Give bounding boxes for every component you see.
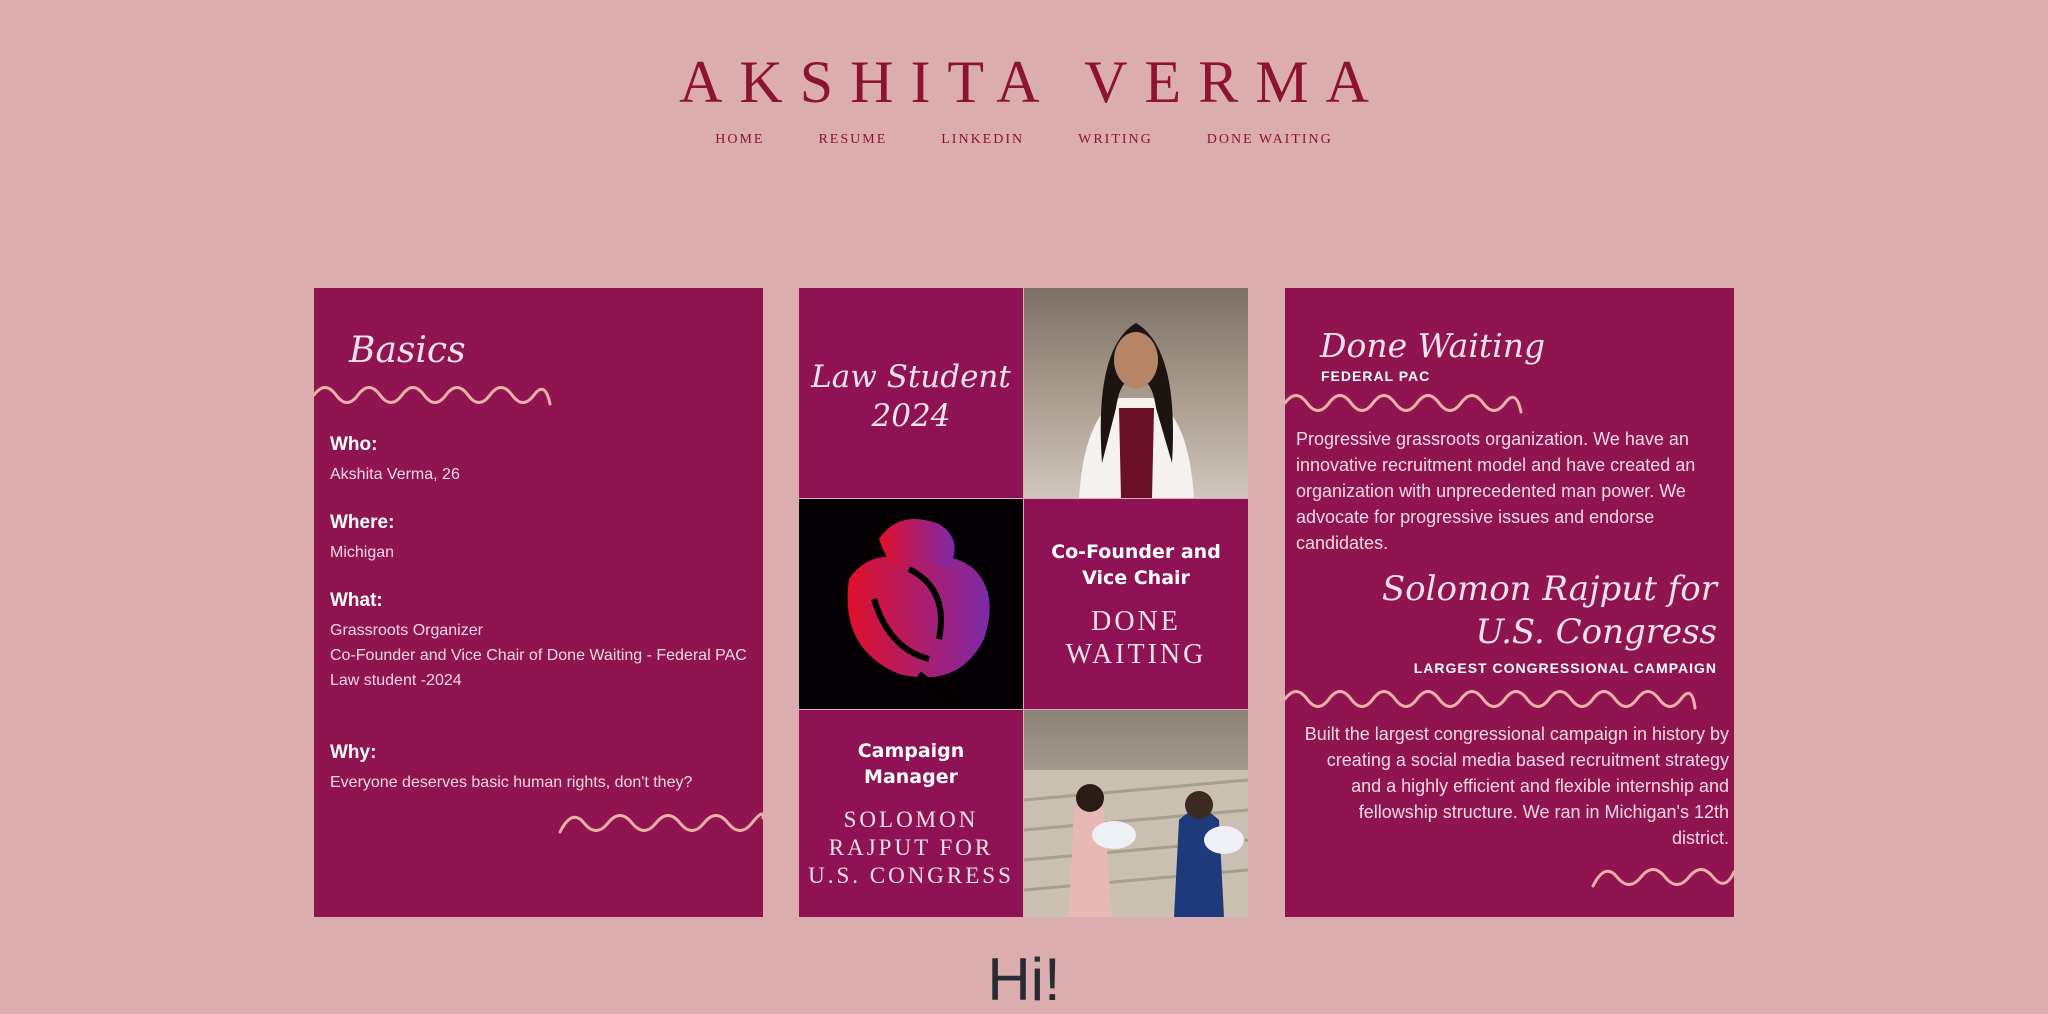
campaign-photo <box>1024 710 1248 917</box>
experience-card: Done Waiting FEDERAL PAC Progressive gra… <box>1285 288 1734 917</box>
site-title[interactable]: AKSHITA VERMA <box>0 48 2048 117</box>
who-value: Akshita Verma, 26 <box>330 466 460 483</box>
campaign-manager-tile: Campaign Manager SOLOMON RAJPUT FOR U.S.… <box>799 710 1023 917</box>
solomon-label-2: RAJPUT FOR <box>828 835 994 860</box>
solomon-description: Built the largest congressional campaign… <box>1304 724 1729 848</box>
campaign-label-2: Manager <box>864 766 958 788</box>
what-section: What: Grassroots Organizer Co-Founder an… <box>330 590 747 693</box>
what-label: What: <box>330 590 383 611</box>
greeting-heading: Hi! <box>987 946 1061 1013</box>
who-section: Who: Akshita Verma, 26 <box>330 434 747 487</box>
solomon-title-line-1: Solomon Rajput for <box>1381 569 1717 609</box>
solomon-title-line-2: U.S. Congress <box>1475 612 1717 652</box>
what-value-3: Law student -2024 <box>330 672 462 689</box>
done-waiting-label-1: DONE <box>1091 606 1181 637</box>
wave-decoration <box>1285 690 1697 710</box>
portrait-photo <box>1024 288 1248 498</box>
solomon-subtitle: LARGEST CONGRESSIONAL CAMPAIGN <box>1413 660 1717 676</box>
wave-decoration <box>1591 868 1734 888</box>
done-waiting-description: Progressive grassroots organization. We … <box>1296 429 1696 553</box>
basics-card: Basics Who: Akshita Verma, 26 Where: Mic… <box>314 288 763 917</box>
nav-writing[interactable]: WRITING <box>1078 132 1153 148</box>
nav-resume[interactable]: RESUME <box>818 132 887 148</box>
where-section: Where: Michigan <box>330 512 747 565</box>
collage-card: Law Student 2024 Co-Founder and Vice Cha… <box>799 288 1248 917</box>
basics-title: Basics <box>349 330 466 371</box>
cofounder-label-2: Vice Chair <box>1082 567 1190 589</box>
cofounder-label-1: Co-Founder and <box>1051 541 1221 563</box>
wave-decoration <box>314 386 552 406</box>
where-label: Where: <box>330 512 395 533</box>
who-label: Who: <box>330 434 378 455</box>
solomon-label-1: SOLOMON <box>843 807 979 832</box>
what-value-2: Co-Founder and Vice Chair of Done Waitin… <box>330 647 747 664</box>
rose-logo <box>799 499 1023 709</box>
law-student-year: 2024 <box>871 398 951 434</box>
done-waiting-tile: Co-Founder and Vice Chair DONE WAITING <box>1024 499 1248 709</box>
why-value: Everyone deserves basic human rights, do… <box>330 774 693 791</box>
why-label: Why: <box>330 742 377 763</box>
done-waiting-subtitle: FEDERAL PAC <box>1321 368 1431 384</box>
what-value-1: Grassroots Organizer <box>330 622 483 639</box>
solomon-label-3: U.S. CONGRESS <box>808 863 1014 888</box>
main-nav: HOME RESUME LINKEDIN WRITING DONE WAITIN… <box>0 132 2048 148</box>
why-section: Why: Everyone deserves basic human right… <box>330 742 747 795</box>
campaign-label-1: Campaign <box>857 740 965 762</box>
nav-linkedin[interactable]: LINKEDIN <box>941 132 1024 148</box>
law-student-tile: Law Student 2024 <box>799 288 1023 498</box>
wave-decoration <box>558 812 763 834</box>
nav-home[interactable]: HOME <box>715 132 764 148</box>
done-waiting-label-2: WAITING <box>1065 639 1207 670</box>
wave-decoration <box>1285 394 1523 414</box>
done-waiting-title: Done Waiting <box>1320 326 1546 365</box>
solomon-title: Solomon Rajput for U.S. Congress <box>1382 568 1717 654</box>
nav-done-waiting[interactable]: DONE WAITING <box>1207 132 1333 148</box>
law-student-label: Law Student <box>811 359 1011 395</box>
where-value: Michigan <box>330 544 395 561</box>
